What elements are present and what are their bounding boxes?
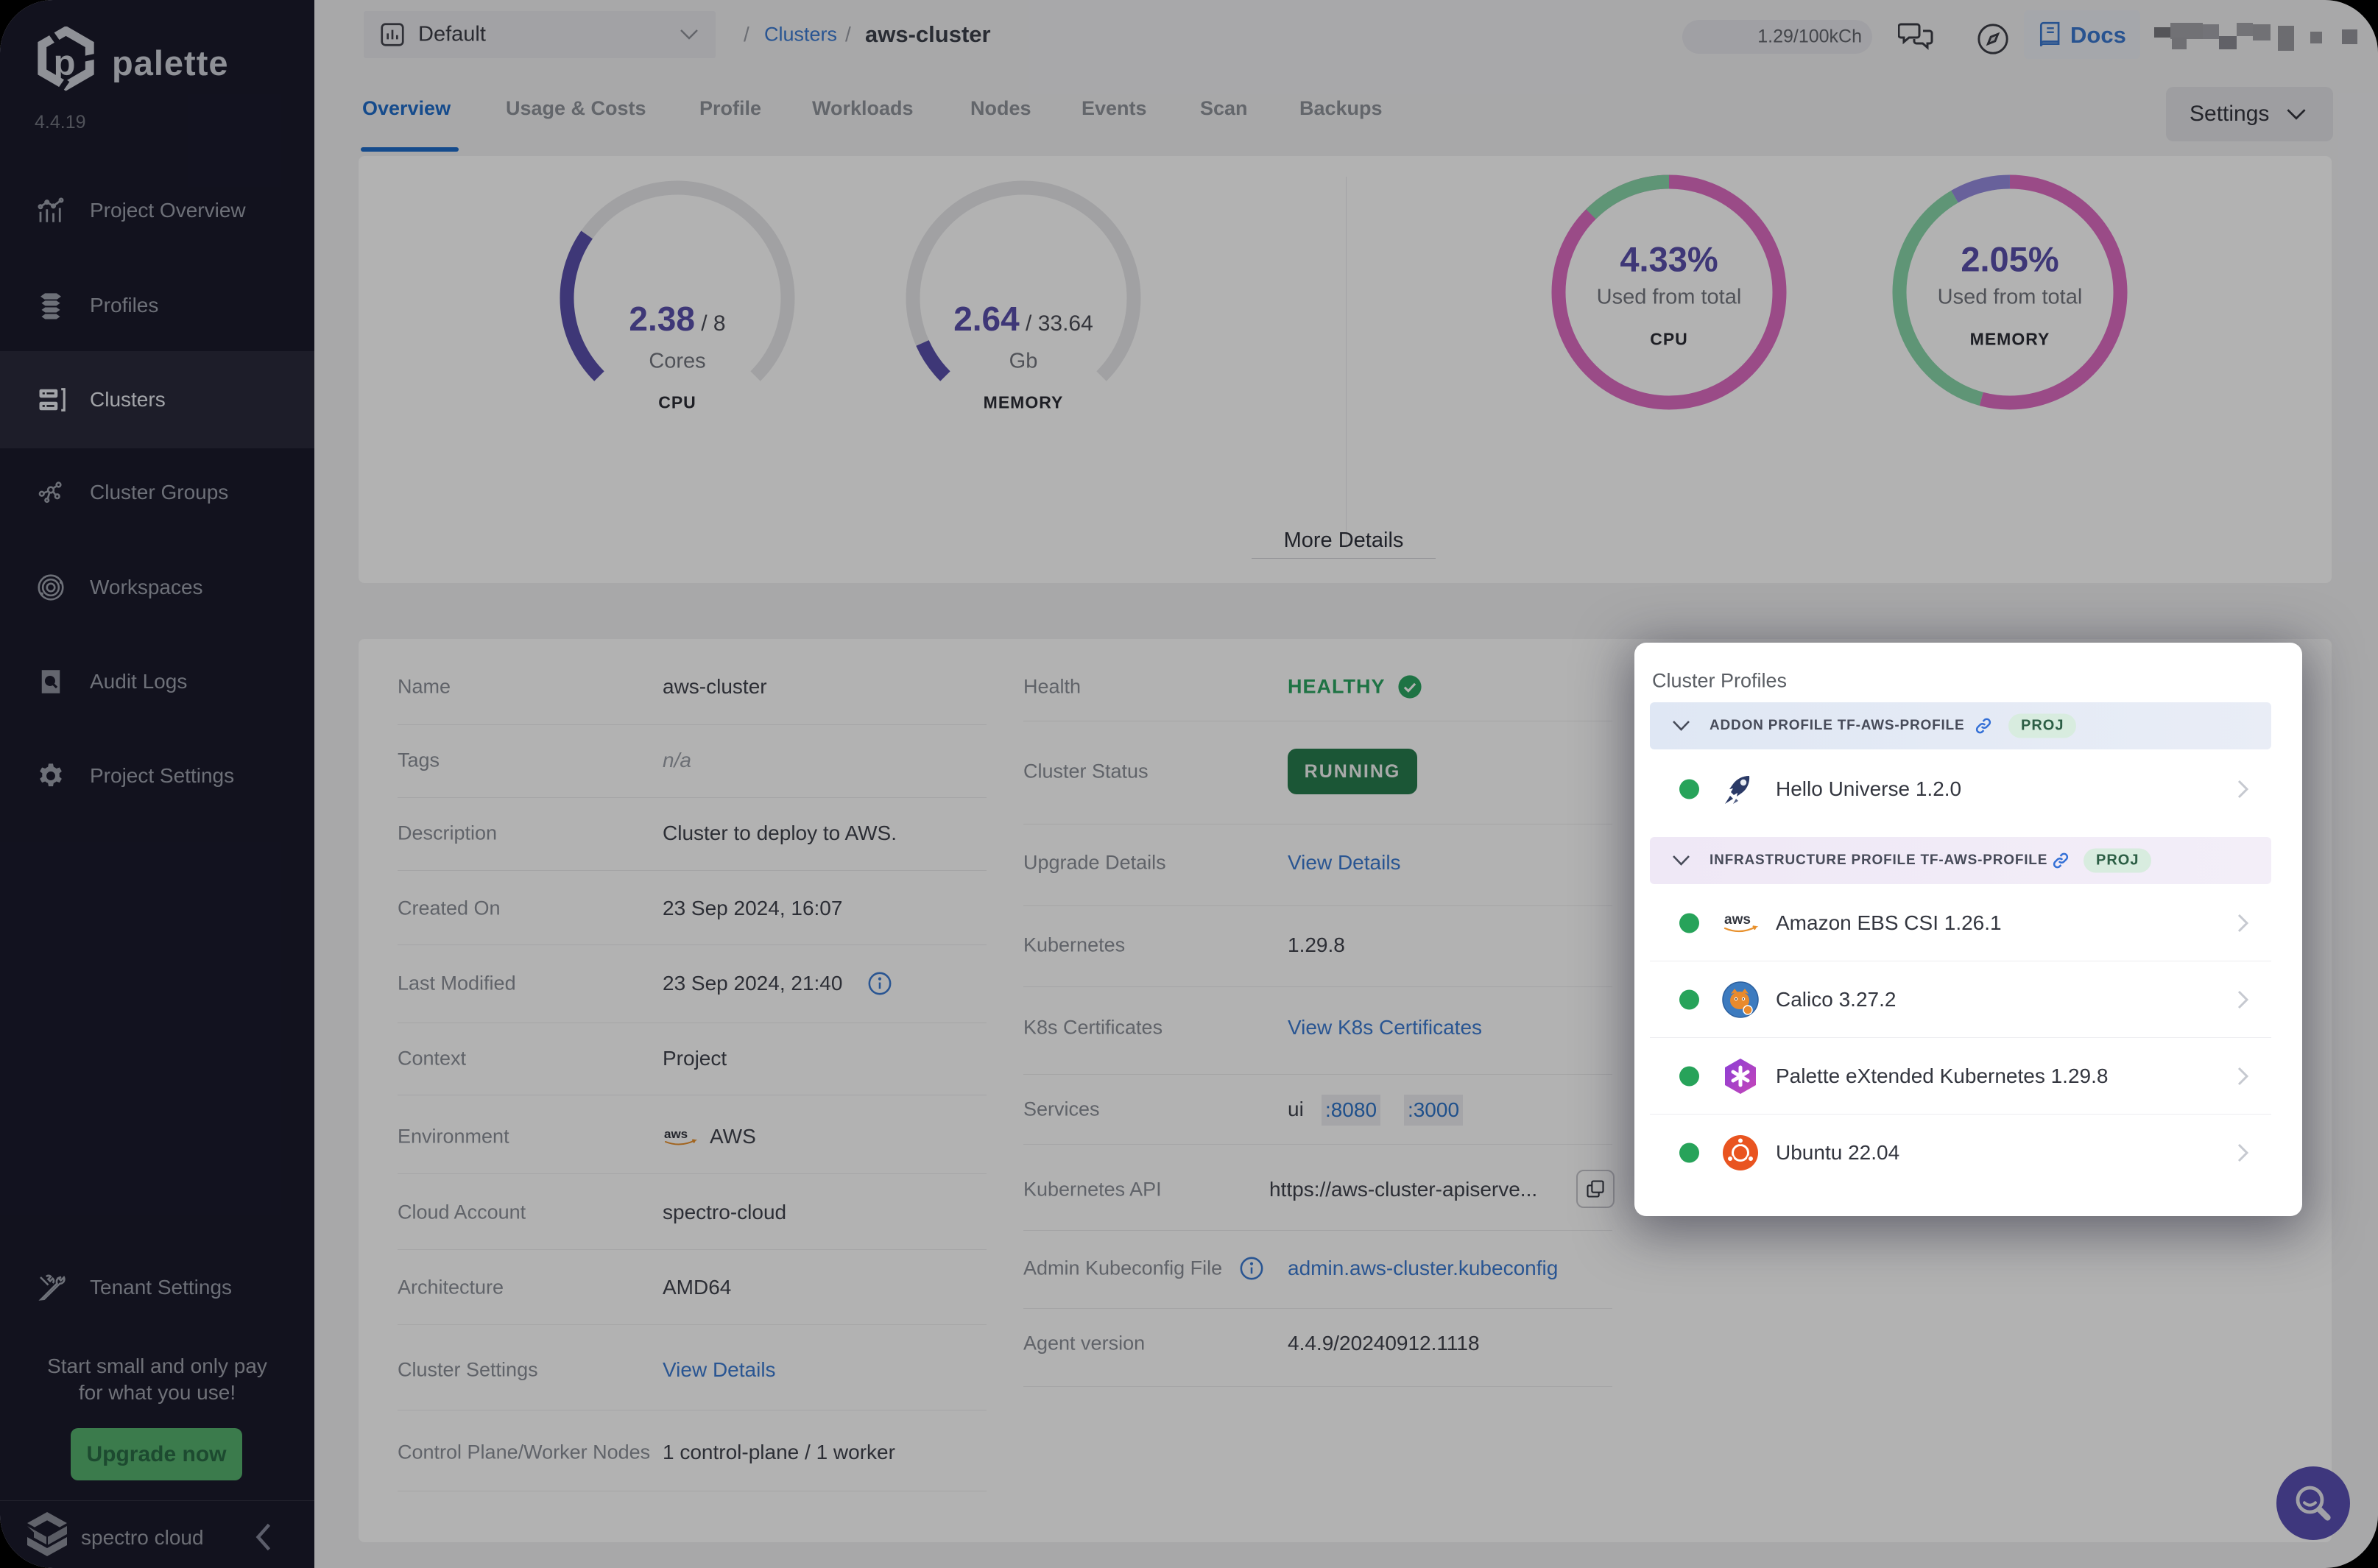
svg-text:aws: aws <box>1724 912 1751 928</box>
